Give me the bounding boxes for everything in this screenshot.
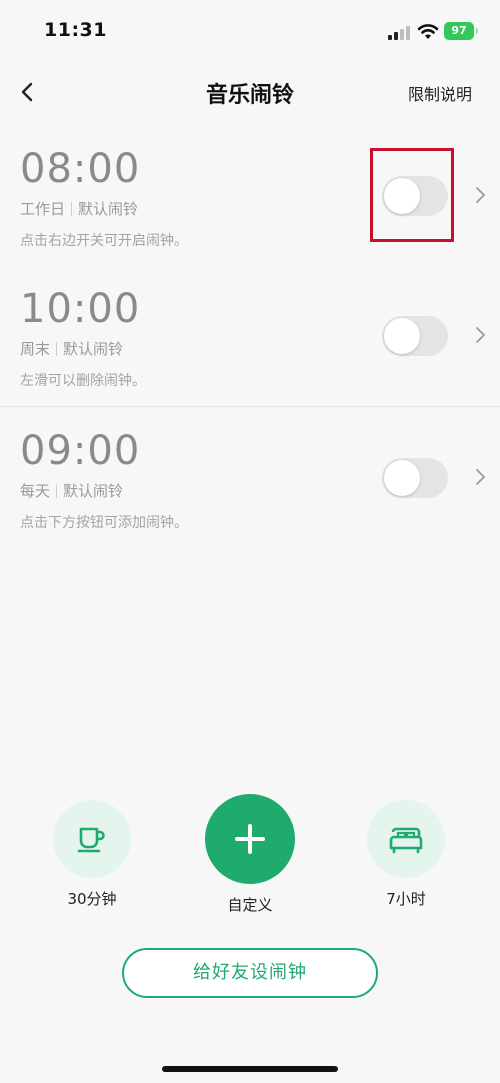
sleep-7h-button[interactable]: 7小时 — [357, 800, 455, 909]
wifi-icon — [417, 24, 439, 39]
navigation-bar: 音乐闹铃 限制说明 — [0, 64, 500, 122]
sleep-button-circle[interactable] — [367, 800, 445, 878]
home-indicator[interactable] — [162, 1066, 338, 1072]
battery-icon: 97 — [444, 22, 478, 40]
cellular-signal-icon — [388, 24, 410, 40]
alarm-toggle[interactable] — [382, 458, 448, 498]
separator — [71, 202, 73, 216]
alarm-time: 08:00 — [20, 146, 141, 192]
alarm-hint: 点击右边开关可开启闹钟。 — [20, 233, 188, 249]
alarm-time: 10:00 — [20, 286, 141, 332]
alarm-repeat: 工作日 — [20, 200, 66, 218]
separator — [56, 484, 58, 498]
alarm-repeat: 每天 — [20, 482, 51, 500]
alarm-item[interactable]: 09:00 每天 默认闹铃 点击下方按钮可添加闹钟。 — [0, 412, 500, 552]
alarm-repeat: 周末 — [20, 340, 51, 358]
alarm-ringtone: 默认闹铃 — [63, 340, 124, 358]
toggle-knob — [384, 318, 420, 354]
add-alarm-circle[interactable] — [205, 794, 295, 884]
alarm-item[interactable]: 10:00 周末 默认闹铃 左滑可以删除闹钟。 — [0, 270, 500, 410]
alarm-time: 09:00 — [20, 428, 141, 474]
status-bar: 11:31 97 — [0, 0, 500, 64]
set-alarm-for-friend-button[interactable]: 给好友设闹钟 — [122, 948, 378, 998]
alarm-ringtone: 默认闹铃 — [63, 482, 124, 500]
chevron-right-icon[interactable] — [473, 468, 487, 486]
nap-label: 30分钟 — [67, 890, 117, 908]
nap-button-circle[interactable] — [53, 800, 131, 878]
alarm-ringtone: 默认闹铃 — [78, 200, 139, 218]
alarm-subtitle: 工作日 默认闹铃 — [20, 198, 138, 219]
alarm-hint: 左滑可以删除闹钟。 — [20, 373, 146, 389]
status-time: 11:31 — [44, 19, 107, 41]
custom-label: 自定义 — [227, 896, 273, 914]
alarm-subtitle: 周末 默认闹铃 — [20, 338, 123, 359]
coffee-cup-icon — [77, 827, 105, 853]
sleep-label: 7小时 — [386, 890, 426, 908]
chevron-right-icon[interactable] — [473, 186, 487, 204]
toggle-knob — [384, 460, 420, 496]
alarm-hint: 点击下方按钮可添加闹钟。 — [20, 515, 188, 531]
divider — [0, 406, 500, 407]
custom-alarm-button[interactable]: 自定义 — [195, 794, 305, 915]
chevron-right-icon[interactable] — [473, 326, 487, 344]
nap-30min-button[interactable]: 30分钟 — [43, 800, 141, 909]
plus-icon — [235, 824, 265, 854]
annotation-highlight-box — [370, 148, 454, 242]
restriction-info-link[interactable]: 限制说明 — [408, 81, 472, 105]
alarm-subtitle: 每天 默认闹铃 — [20, 480, 123, 501]
alarm-toggle[interactable] — [382, 316, 448, 356]
bed-icon — [389, 827, 423, 854]
separator — [56, 342, 58, 356]
